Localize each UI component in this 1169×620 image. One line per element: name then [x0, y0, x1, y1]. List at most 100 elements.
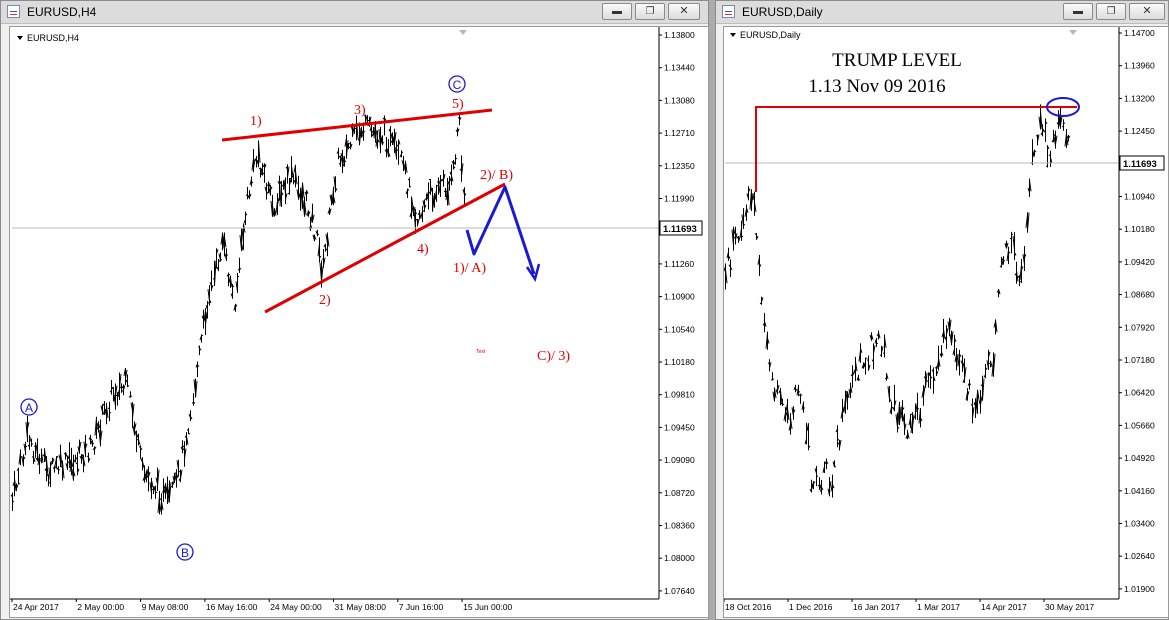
window-titlebar[interactable]: EURUSD,H4 ▬ ❐ ✕: [1, 1, 708, 24]
minimize-icon: ▬: [1073, 6, 1083, 17]
price-bar-close: [1011, 233, 1014, 236]
price-bar-open: [170, 485, 173, 488]
price-bar-close: [917, 407, 920, 410]
price-tick-label: 1.08360: [664, 521, 695, 531]
restore-button[interactable]: ❐: [635, 3, 665, 20]
window-title: EURUSD,H4: [27, 5, 97, 19]
chart-symbol-label: EURUSD,Daily: [740, 30, 801, 40]
price-tick-label: 1.08000: [664, 553, 695, 563]
price-bar-open: [111, 387, 114, 390]
restore-button[interactable]: ❐: [1096, 3, 1126, 20]
price-tick-label: 1.13080: [664, 95, 695, 105]
price-tick-label: 1.09810: [664, 390, 695, 400]
chart-dropdown-icon[interactable]: [730, 33, 736, 37]
time-tick-label: 16 May 16:00: [206, 602, 258, 612]
price-bar-close: [39, 459, 42, 462]
price-tick-label: 1.09420: [1124, 257, 1155, 267]
price-tick-label: 1.07640: [664, 586, 695, 596]
daily-chart-canvas[interactable]: 1.147001.139601.132001.124501.117001.109…: [724, 27, 1169, 618]
h4-price-bars: [10, 113, 467, 515]
price-tick-label: 1.01900: [1124, 584, 1155, 594]
wave-label-4: 4): [417, 242, 429, 257]
price-bar-close: [18, 482, 21, 485]
price-bar-close: [58, 469, 61, 471]
time-tick-label: 1 Dec 2016: [789, 602, 833, 612]
price-tick-label: 1.13960: [1124, 61, 1155, 71]
close-icon: ✕: [679, 5, 689, 17]
time-tick-label: 24 Apr 2017: [13, 602, 59, 612]
time-tick-label: 18 Oct 2016: [725, 602, 772, 612]
price-chart-daily[interactable]: 1.147001.139601.132001.124501.117001.109…: [723, 26, 1169, 618]
price-tick-label: 1.07920: [1124, 322, 1155, 332]
price-bar-close: [1063, 122, 1066, 124]
shift-marker-icon: [1069, 30, 1077, 35]
price-tick-label: 1.07180: [1124, 355, 1155, 365]
price-tick-label: 1.10940: [1124, 192, 1155, 202]
price-axis: 1.147001.139601.132001.124501.117001.109…: [1119, 28, 1155, 594]
price-tick-label: 1.12350: [664, 161, 695, 171]
price-tick-label: 1.11990: [664, 194, 694, 204]
price-tick-label: 1.09450: [664, 422, 695, 432]
minimize-button[interactable]: ▬: [602, 3, 632, 20]
price-tick-label: 1.02640: [1124, 551, 1155, 561]
price-bar-open: [1035, 135, 1038, 137]
price-tick-label: 1.06420: [1124, 388, 1155, 398]
chart-window-h4: EURUSD,H4 ▬ ❐ ✕ 1.13800 1.13440 1.13080 1.1…: [0, 0, 709, 620]
shift-marker-icon: [459, 30, 467, 35]
time-tick-label: 15 Jun 00:00: [463, 602, 512, 612]
price-bar-open: [39, 458, 42, 460]
window-titlebar[interactable]: EURUSD,Daily ▬ ❐ ✕: [716, 1, 1168, 24]
chart-dropdown-icon[interactable]: [17, 36, 23, 40]
price-bar-close: [92, 442, 95, 445]
price-tick-label: 1.12710: [664, 128, 695, 138]
time-tick-label: 30 May 2017: [1045, 602, 1094, 612]
price-bar-open: [934, 366, 937, 369]
price-tick-label: 1.10180: [664, 357, 695, 367]
restore-icon: ❐: [645, 6, 655, 17]
price-bar-open: [824, 462, 827, 464]
time-tick-label: 7 Jun 16:00: [399, 602, 444, 612]
price-bar-close: [201, 334, 204, 337]
price-tick-label: 1.13440: [664, 63, 695, 73]
chart-window-icon: [722, 5, 735, 18]
price-bar-open: [457, 117, 460, 119]
wave-label-c3: C)/ 3): [537, 349, 570, 364]
minimize-button[interactable]: ▬: [1063, 3, 1093, 20]
time-tick-label: 14 Apr 2017: [981, 602, 1027, 612]
price-tick-label: 1.09090: [664, 455, 695, 465]
close-button[interactable]: ✕: [1129, 3, 1165, 20]
circled-c-letter: C: [453, 78, 462, 92]
minimize-icon: ▬: [612, 6, 622, 17]
time-tick-label: 31 May 08:00: [335, 602, 387, 612]
wave-label-2b: 2)/ B): [480, 168, 513, 183]
price-tick-label: 1.10900: [664, 292, 695, 302]
close-icon: ✕: [1142, 5, 1152, 17]
price-tick-label: 1.08680: [1124, 290, 1155, 300]
trump-level-subheading: 1.13 Nov 09 2016: [808, 76, 945, 97]
wave-label-1a: 1)/ A): [453, 261, 486, 276]
time-axis: 18 Oct 2016 1 Dec 2016 16 Jan 2017 1 Mar 20…: [724, 599, 1094, 612]
price-tick-label: 1.04160: [1124, 486, 1155, 496]
current-price-value: 1.11693: [1123, 159, 1157, 170]
time-tick-label: 24 May 00:00: [270, 602, 322, 612]
close-button[interactable]: ✕: [668, 3, 700, 20]
time-tick-label: 1 Mar 2017: [917, 602, 960, 612]
price-bar-close: [130, 395, 133, 397]
price-bar-close: [363, 130, 366, 133]
h4-chart-canvas[interactable]: 1.13800 1.13440 1.13080 1.12710 1.12350 1.119…: [10, 27, 709, 618]
circled-b-letter: B: [181, 546, 189, 560]
price-tick-label: 1.03400: [1124, 519, 1155, 529]
price-tick-label: 1.05660: [1124, 420, 1155, 430]
price-bar-open: [121, 390, 124, 392]
price-bar-open: [759, 302, 762, 305]
price-bar-open: [866, 359, 869, 361]
time-tick-label: 16 Jan 2017: [853, 602, 900, 612]
wave-label-3: 3): [354, 103, 366, 118]
time-tick-label: 2 May 00:00: [77, 602, 124, 612]
price-axis: 1.13800 1.13440 1.13080 1.12710 1.12350 1.119…: [659, 30, 695, 596]
price-chart-h4[interactable]: 1.13800 1.13440 1.13080 1.12710 1.12350 1.119…: [9, 26, 709, 618]
wave-label-1: 1): [250, 114, 262, 129]
price-bar-close: [1019, 280, 1022, 283]
price-bar-open: [348, 142, 351, 145]
window-title: EURUSD,Daily: [742, 5, 823, 19]
